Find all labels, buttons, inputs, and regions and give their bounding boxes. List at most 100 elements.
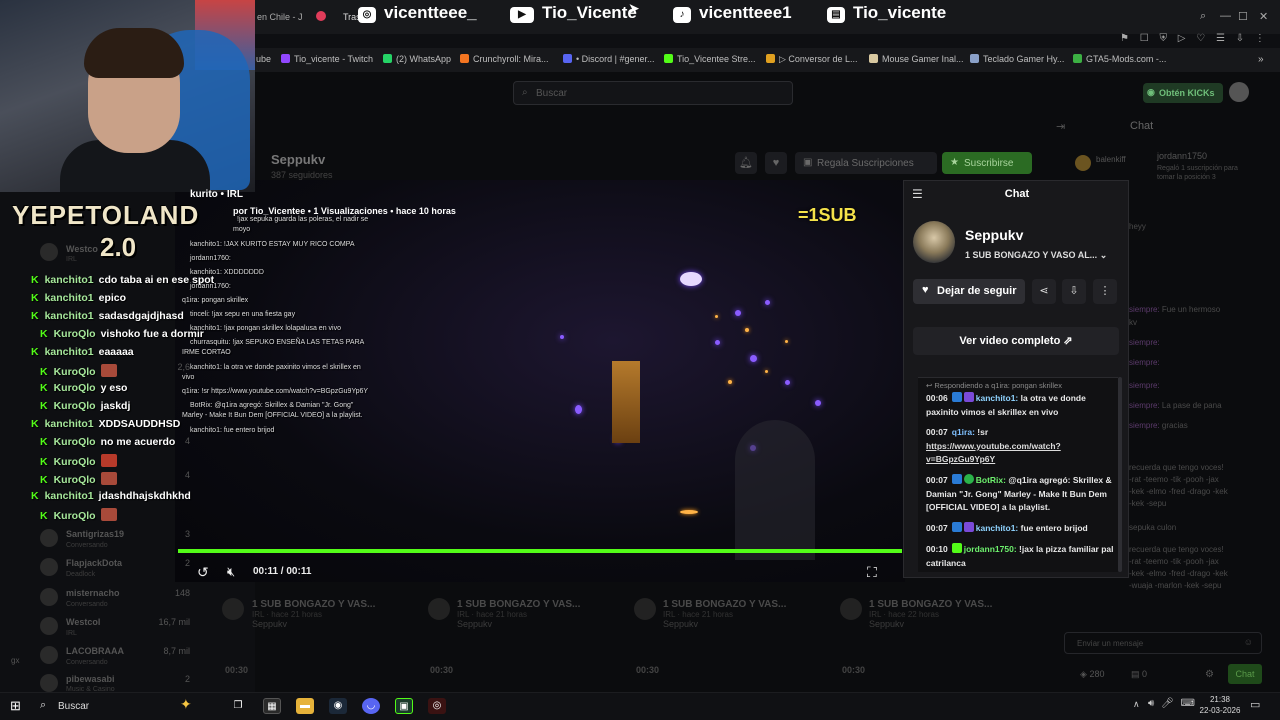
emoji-icon[interactable]: ☺ [1244,637,1253,647]
avatar[interactable] [428,598,450,620]
bookmark-item[interactable]: ▷ Conversor de L... [766,54,857,65]
mute-icon[interactable]: 🔇︎ [227,564,235,580]
file-explorer-icon[interactable]: ▬ [296,698,314,714]
sidebar-channel-name[interactable]: Westco [66,244,98,254]
search-tabs-icon[interactable]: ⌕ [1200,10,1206,23]
video-card[interactable]: 1 SUB BONGAZO Y VAS... IRL · hace 21 hora… [457,599,580,629]
user-avatar[interactable] [1229,82,1249,102]
avatar[interactable] [840,598,862,620]
get-kicks-button[interactable]: ◉ Obtén KICKs [1143,83,1223,103]
discord-icon[interactable]: ◡ [362,698,380,714]
light-spot [728,380,732,384]
notifications-bell-icon[interactable]: 🔔︎ [735,152,757,174]
social-tiktok: ♪ vicentteee1 [673,3,792,23]
sparkle-icon[interactable]: ✦ [180,696,192,713]
chat-link[interactable]: https://www.youtube.com/watch?v=BGpzGu9Y… [926,441,1061,465]
video-card[interactable]: 1 SUB BONGAZO Y VAS... IRL · hace 21 hora… [663,599,786,629]
overlay-chat-line: K KuroQlo jaskdj [40,400,131,412]
follow-heart-icon[interactable]: ♥ [765,152,787,174]
task-view-icon[interactable]: ❐ [229,698,247,714]
avatar[interactable] [40,529,58,547]
bookmark-item[interactable]: Mouse Gamer Inal... [869,54,964,64]
fullscreen-icon[interactable]: ⛶ [867,564,877,581]
opera-gx-icon[interactable]: ◎ [428,698,446,714]
chat-line: recuerda que tengo voces! [1129,463,1224,472]
sidebar-channel-name[interactable]: misternacho [66,588,120,598]
avatar[interactable] [222,598,244,620]
avatar[interactable] [40,558,58,576]
collapse-chat-icon[interactable]: ⇥ [1056,120,1065,133]
windows-start-icon[interactable]: ⊞ [10,698,21,714]
tab-label[interactable]: en Chile - J [257,12,303,22]
maximize-icon[interactable]: ☐ [1238,10,1248,23]
avatar[interactable] [40,646,58,664]
replay-icon[interactable]: ↺ [197,564,209,581]
clock-time[interactable]: 21:38 [1198,695,1242,704]
emote-icon [100,454,117,467]
sidebar-channel-name[interactable]: Westcol [66,617,100,627]
more-bookmarks-icon[interactable]: » [1258,54,1264,65]
store-icon[interactable]: ▦ [263,698,281,714]
chat-line: siempre: gracias [1129,421,1188,430]
avatar[interactable] [40,243,58,261]
avatar[interactable] [40,674,58,692]
video-card[interactable]: 1 SUB BONGAZO Y VAS... IRL · hace 21 hora… [252,599,375,629]
watch-full-video-button[interactable]: Ver video completo ⇗ [913,327,1119,355]
avatar[interactable] [40,617,58,635]
subscribe-button[interactable]: ★ Suscribirse [942,152,1032,174]
bookmark-item[interactable]: Teclado Gamer Hy... [970,54,1064,64]
avatar[interactable] [40,588,58,606]
channel-name[interactable]: Seppukv [271,152,325,167]
video-card[interactable]: 1 SUB BONGAZO Y VAS... IRL · hace 22 hora… [869,599,992,629]
chat-line: siempre: [1129,381,1160,390]
share-icon[interactable]: ⋖ [1032,279,1056,304]
light-spot [575,405,582,414]
bookmark-item[interactable]: Tio_Vicentee Stre... [664,54,756,64]
vod-info: por Tio_Vicentee • 1 Visualizaciones • h… [233,206,456,216]
sidebar-channel-category: IRL [66,630,77,637]
system-tray-icons[interactable]: 🔊︎ 🎤︎ ⌨ [1148,698,1195,709]
kick-icon: K [40,474,48,486]
chevron-up-icon[interactable]: ∧ [1133,699,1140,710]
gift-subscriptions-button[interactable]: ▣ Regala Suscripciones [795,152,937,174]
notification-icon[interactable]: ▭ [1250,698,1260,711]
video-progress-bar[interactable] [178,549,902,553]
close-icon[interactable]: ✕ [1259,10,1268,23]
bookmark-item[interactable]: ube [256,54,271,64]
unfollow-button[interactable]: Dejar de seguir [913,279,1025,304]
settings-gear-icon[interactable]: ⚙ [1205,669,1214,680]
whatsapp-icon [383,54,392,63]
channel-points[interactable]: ◈ 280 [1080,669,1104,680]
rewards-count[interactable]: ▤ 0 [1131,669,1147,680]
more-options-icon[interactable]: ⋮ [1093,279,1117,304]
avatar[interactable] [634,598,656,620]
sidebar-channel-name[interactable]: pibewasabi [66,674,115,684]
vod-title-dropdown[interactable]: 1 SUB BONGAZO Y VASO AL... ⌄ [965,250,1115,261]
light-spot [715,340,720,345]
badge-icon [951,474,962,484]
vod-channel-tag: kurito • IRL [190,189,243,200]
download-icon[interactable]: ⇩ [1062,279,1086,304]
channel-avatar[interactable] [913,221,955,263]
clock-date[interactable]: 22-03-2026 [1198,706,1242,715]
chat-message-input[interactable]: Enviar un mensaje ☺ [1064,632,1262,654]
chevron-down-icon: ⌄ [1099,250,1108,260]
bookmark-item[interactable]: Crunchyroll: Mira... [460,54,549,64]
browser-toolbar-icons[interactable]: ⚑ ☐ ⛨ ▷ ♡ ☰ ⇩ ⋮ [1120,33,1265,44]
sidebar-channel-name[interactable]: Santigrizas19 [66,529,124,539]
bookmark-item[interactable]: GTA5-Mods.com -... [1073,54,1166,64]
kick-app-icon[interactable]: ▣ [395,698,413,714]
send-chat-button[interactable]: Chat [1228,664,1262,684]
minimize-icon[interactable]: — [1220,10,1231,22]
steam-icon[interactable]: ◉ [329,698,347,714]
bookmark-item[interactable]: • Discord | #gener... [563,54,655,64]
search-input[interactable]: ⌕ Buscar [513,81,793,105]
sidebar-channel-name[interactable]: LACOBRAAA [66,646,124,656]
bookmark-item[interactable]: (2) WhatsApp [383,54,451,64]
chat-scrollbar[interactable] [1118,377,1122,572]
bookmark-item[interactable]: Tio_vicente - Twitch [281,54,373,64]
tiktok-handle: vicentteee1 [699,3,792,22]
channel-name[interactable]: Seppukv [965,227,1023,243]
vod-chat-line: Marley - Make It Bun Dem [OFFICIAL VIDEO… [182,412,363,419]
sidebar-channel-name[interactable]: FlapjackDota [66,558,122,568]
